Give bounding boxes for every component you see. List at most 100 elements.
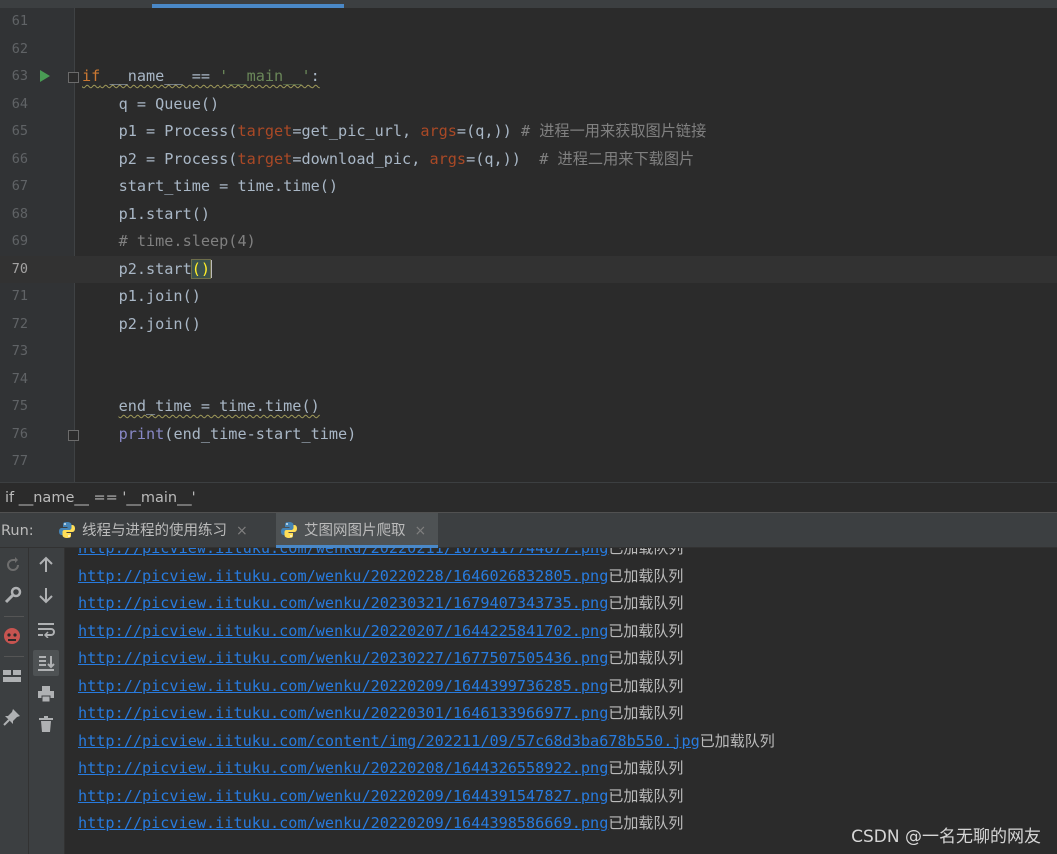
code-text[interactable]: p1 = Process(target=get_pic_url, args=(q… xyxy=(82,118,707,146)
text-caret xyxy=(210,260,213,278)
console-url-link[interactable]: http://picview.iituku.com/content/img/20… xyxy=(78,732,700,750)
console-url-link[interactable]: http://picview.iituku.com/wenku/20220228… xyxy=(78,567,608,585)
rerun-icon[interactable] xyxy=(2,556,24,578)
code-line[interactable]: 62 xyxy=(0,36,1057,64)
fold-icon[interactable] xyxy=(68,429,79,441)
console-url-link[interactable]: http://picview.iituku.com/wenku/20220209… xyxy=(78,814,608,832)
code-line[interactable]: 68 p1.start() xyxy=(0,201,1057,229)
close-tab-icon[interactable]: × xyxy=(415,523,427,539)
console-line: http://picview.iituku.com/wenku/20220211… xyxy=(78,548,683,563)
tab-aitu-crawler[interactable]: 艾图网图片爬取 × xyxy=(276,513,439,548)
fold-icon[interactable] xyxy=(68,72,79,83)
code-token: target xyxy=(237,149,293,168)
code-text[interactable]: # time.sleep(4) xyxy=(82,228,256,256)
console-status-text: 已加载队列 xyxy=(608,649,684,667)
code-text[interactable]: end_time = time.time() xyxy=(82,393,320,421)
code-token: # 进程一用来获取图片链接 xyxy=(520,122,707,140)
line-number: 75 xyxy=(11,398,28,414)
console-url-link[interactable]: http://picview.iituku.com/wenku/20220211… xyxy=(78,548,608,557)
code-editor[interactable]: 61 62 63 if __name__ == '__main__': 64 q = Q… xyxy=(0,0,1057,482)
line-number: 62 xyxy=(11,40,28,57)
run-gutter-icon[interactable] xyxy=(40,70,50,82)
code-text[interactable]: if __name__ == '__main__': xyxy=(82,63,320,91)
breadcrumb[interactable]: if __name__ == '__main__' xyxy=(0,482,1057,512)
line-number: 61 xyxy=(11,13,28,29)
editor-tab-strip xyxy=(0,0,1057,8)
wrench-icon[interactable] xyxy=(2,586,24,608)
console-url-link[interactable]: http://picview.iituku.com/wenku/20230321… xyxy=(78,594,608,612)
code-text[interactable]: p1.join() xyxy=(82,283,201,311)
down-arrow-icon[interactable] xyxy=(35,586,57,608)
console-status-text: 已加载队列 xyxy=(608,548,684,557)
code-token: print xyxy=(118,424,165,443)
tab-label: 艾图网图片爬取 xyxy=(304,523,406,539)
console-url-link[interactable]: http://picview.iituku.com/wenku/20220207… xyxy=(78,622,608,640)
print-icon[interactable] xyxy=(35,685,57,707)
close-tab-icon[interactable]: × xyxy=(236,523,248,539)
code-line[interactable]: 76 print(end_time-start_time) xyxy=(0,421,1057,449)
run-toolbar-primary xyxy=(0,548,29,854)
console-status-text: 已加载队列 xyxy=(608,814,684,832)
code-line[interactable]: 73 xyxy=(0,338,1057,366)
console-line: http://picview.iituku.com/wenku/20220209… xyxy=(78,673,683,701)
code-line[interactable]: 67 start_time = time.time() xyxy=(0,173,1057,201)
breadcrumb-label[interactable]: if __name__ == '__main__' xyxy=(5,490,196,506)
line-number: 68 xyxy=(11,205,28,222)
line-number: 64 xyxy=(11,95,28,112)
console-url-link[interactable]: http://picview.iituku.com/wenku/20230227… xyxy=(78,649,608,667)
code-line[interactable]: 66 p2 = Process(target=download_pic, arg… xyxy=(0,146,1057,174)
code-token: p2.join() xyxy=(82,314,201,333)
code-token: =get_pic_url, xyxy=(292,122,421,140)
console-line: http://picview.iituku.com/content/img/20… xyxy=(78,728,775,756)
line-number: 70 xyxy=(11,260,28,277)
console-status-text: 已加载队列 xyxy=(608,786,684,805)
line-number: 69 xyxy=(11,233,28,249)
console-status-text: 已加载队列 xyxy=(608,594,684,612)
run-console-output[interactable]: http://picview.iituku.com/wenku/20220211… xyxy=(65,548,1057,854)
code-line[interactable]: 72 p2.join() xyxy=(0,311,1057,339)
trash-icon[interactable] xyxy=(35,715,57,737)
code-line[interactable]: 61 xyxy=(0,8,1057,36)
console-url-link[interactable]: http://picview.iituku.com/wenku/20220209… xyxy=(78,787,608,805)
line-number: 74 xyxy=(11,370,28,387)
code-token: if xyxy=(82,67,101,85)
code-token: p2 = Process( xyxy=(82,149,238,168)
run-toolbar-secondary xyxy=(29,548,65,854)
console-url-link[interactable]: http://picview.iituku.com/wenku/20220301… xyxy=(78,704,608,722)
code-token: args xyxy=(420,122,457,140)
code-token: end_time = time.time() xyxy=(118,397,320,415)
code-text[interactable]: print(end_time-start_time) xyxy=(82,421,357,449)
code-line[interactable]: 74 xyxy=(0,366,1057,394)
run-label: Run: xyxy=(1,523,34,539)
code-token: '__main__' xyxy=(219,67,311,85)
code-line[interactable]: 64 q = Queue() xyxy=(0,91,1057,119)
code-text[interactable]: start_time = time.time() xyxy=(82,173,338,201)
tab-thread-process-practice[interactable]: 线程与进程的使用练习 × xyxy=(54,513,248,548)
layout-icon[interactable] xyxy=(1,668,23,690)
code-line[interactable]: 63 if __name__ == '__main__': xyxy=(0,63,1057,91)
code-line[interactable]: 75 end_time = time.time() xyxy=(0,393,1057,421)
code-line[interactable]: 70 p2.start() xyxy=(0,255,1057,284)
code-line[interactable]: 71 p1.join() xyxy=(0,283,1057,311)
code-text[interactable]: p2.start() xyxy=(82,256,213,284)
code-line[interactable]: 77 xyxy=(0,448,1057,476)
up-arrow-icon[interactable] xyxy=(35,556,57,578)
scroll-to-end-icon[interactable] xyxy=(33,650,59,676)
code-line[interactable]: 69 # time.sleep(4) xyxy=(0,228,1057,256)
pin-icon[interactable] xyxy=(1,708,23,730)
soft-wrap-icon[interactable] xyxy=(35,620,57,642)
line-number: 63 xyxy=(11,68,28,84)
console-line: http://picview.iituku.com/wenku/20220208… xyxy=(78,755,683,783)
stop-icon[interactable] xyxy=(1,626,23,648)
code-text[interactable]: p1.start() xyxy=(82,201,210,229)
line-number: 72 xyxy=(11,315,28,332)
console-url-link[interactable]: http://picview.iituku.com/wenku/20220208… xyxy=(78,759,608,777)
console-line: http://picview.iituku.com/wenku/20230227… xyxy=(78,645,683,673)
tab-label: 线程与进程的使用练习 xyxy=(82,523,227,539)
console-url-link[interactable]: http://picview.iituku.com/wenku/20220209… xyxy=(78,677,608,695)
code-text[interactable]: q = Queue() xyxy=(82,91,220,119)
console-status-text: 已加载队列 xyxy=(608,676,684,695)
code-line[interactable]: 65 p1 = Process(target=get_pic_url, args… xyxy=(0,118,1057,146)
code-text[interactable]: p2.join() xyxy=(82,311,201,339)
code-text[interactable]: p2 = Process(target=download_pic, args=(… xyxy=(82,146,695,174)
